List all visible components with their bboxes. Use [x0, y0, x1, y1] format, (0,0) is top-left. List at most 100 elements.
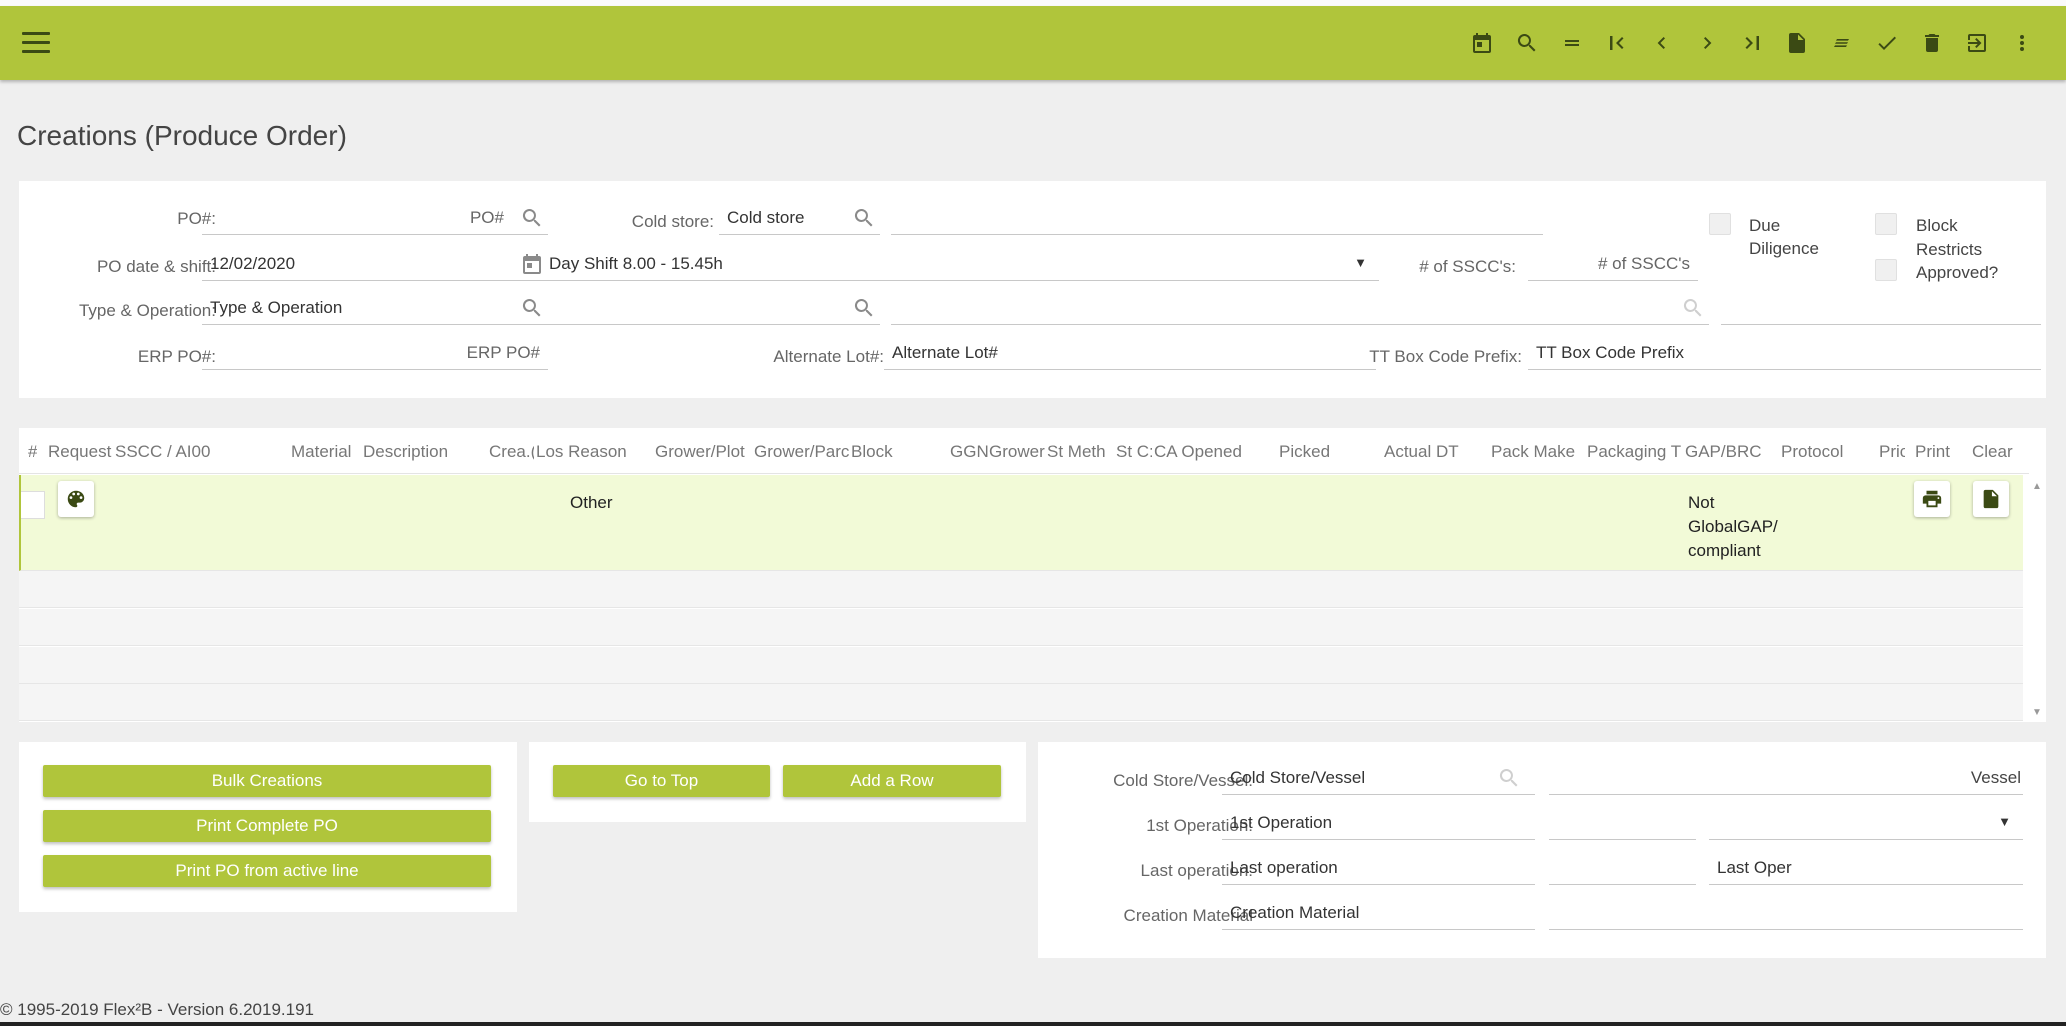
last-oper-value: Last Oper — [1717, 858, 1792, 877]
calendar-icon[interactable] — [1459, 23, 1504, 63]
last-record-icon[interactable] — [1729, 23, 1774, 63]
alternate-lot-field[interactable]: Alternate Lot# — [884, 336, 1376, 370]
exit-icon[interactable] — [1954, 23, 1999, 63]
vessel-field[interactable]: Vessel — [1549, 761, 2023, 795]
table-row[interactable] — [19, 609, 2023, 646]
column-header[interactable]: GAP/BRC — [1685, 442, 1775, 462]
type-operation-field[interactable]: Type & Operation — [202, 291, 548, 325]
cold-store-vessel-value: Cold Store/Vessel — [1230, 768, 1366, 787]
column-header[interactable]: GGN — [950, 442, 992, 462]
add-row-button[interactable]: Add a Row — [783, 765, 1001, 797]
cold-store-vessel-field[interactable]: Cold Store/Vessel — [1222, 761, 1535, 795]
print-po-active-line-button[interactable]: Print PO from active line — [43, 855, 491, 887]
column-header[interactable]: Actual DT — [1384, 442, 1469, 462]
column-header[interactable]: Grower/Parc — [754, 442, 849, 462]
menu-icon[interactable] — [22, 32, 50, 54]
table-row[interactable] — [19, 684, 2023, 721]
search-icon[interactable] — [852, 206, 876, 230]
search-icon[interactable] — [520, 206, 544, 230]
po-field[interactable]: PO# — [202, 201, 548, 235]
creation-material-value: Creation Material — [1230, 903, 1360, 922]
go-to-top-button[interactable]: Go to Top — [553, 765, 770, 797]
first-operation-select[interactable]: ▼ — [1709, 806, 2023, 840]
block-checkbox[interactable] — [1875, 213, 1897, 235]
restricts-approved-checkbox[interactable] — [1875, 259, 1897, 281]
column-header[interactable]: Picked — [1279, 442, 1349, 462]
column-header[interactable]: St C: — [1116, 442, 1152, 462]
column-header[interactable]: Print — [1915, 442, 1960, 462]
column-header[interactable]: Pric — [1879, 442, 1905, 462]
column-header[interactable]: Packaging T — [1587, 442, 1685, 462]
cold-store-value: Cold store — [727, 208, 805, 227]
print-icon[interactable] — [1914, 481, 1950, 517]
first-operation-field[interactable]: 1st Operation — [1222, 806, 1535, 840]
table-row[interactable]: Other Not GlobalGAP/ compliant — [19, 475, 2023, 571]
bulk-creations-button[interactable]: Bulk Creations — [43, 765, 491, 797]
equals-icon[interactable] — [1549, 23, 1594, 63]
column-header[interactable]: Block — [851, 442, 911, 462]
creations-grid: # Request SSCC / AI00 Material Descripti… — [19, 428, 2046, 722]
column-header[interactable]: St Meth — [1047, 442, 1112, 462]
column-header[interactable]: Crea.( — [489, 442, 534, 462]
due-diligence-checkbox[interactable] — [1709, 213, 1731, 235]
tt-box-code-field[interactable]: TT Box Code Prefix — [1528, 336, 2041, 370]
operation-extra-field[interactable] — [1721, 291, 2041, 325]
sscc-field[interactable]: # of SSCC's — [1528, 247, 1698, 281]
column-header[interactable]: Pack Make — [1491, 442, 1579, 462]
table-row[interactable] — [19, 571, 2023, 608]
print-complete-po-button[interactable]: Print Complete PO — [43, 810, 491, 842]
po-date-field[interactable]: 12/02/2020 — [202, 247, 548, 281]
column-header[interactable]: Los Reason — [536, 442, 654, 462]
new-document-icon[interactable] — [1774, 23, 1819, 63]
erp-po-field[interactable]: ERP PO# — [202, 336, 548, 370]
last-operation-code-field[interactable] — [1549, 851, 1696, 885]
print-actions-panel: Bulk Creations Print Complete PO Print P… — [19, 742, 517, 912]
last-operation-field[interactable]: Last operation — [1222, 851, 1535, 885]
delete-icon[interactable] — [1909, 23, 1954, 63]
last-oper-field[interactable]: Last Oper — [1709, 851, 2023, 885]
sscc-label: # of SSCC's: — [1419, 257, 1516, 276]
first-record-icon[interactable] — [1594, 23, 1639, 63]
grid-scrollbar[interactable]: ▲ ▼ — [2028, 475, 2046, 722]
next-record-icon[interactable] — [1684, 23, 1729, 63]
search-icon[interactable] — [1504, 23, 1549, 63]
row-select-checkbox[interactable] — [21, 491, 45, 519]
column-header[interactable]: Protocol — [1781, 442, 1861, 462]
operation-field[interactable] — [541, 291, 880, 325]
column-header[interactable]: Request — [48, 442, 112, 462]
column-header[interactable]: Grower — [989, 442, 1047, 462]
dropdown-arrow-icon[interactable]: ▼ — [1354, 255, 1367, 270]
toolbar-actions — [1459, 6, 2044, 80]
column-header[interactable]: SSCC / AI00 — [115, 442, 223, 462]
column-header[interactable]: Grower/Plot — [655, 442, 753, 462]
previous-record-icon[interactable] — [1639, 23, 1684, 63]
clear-document-icon[interactable] — [1973, 481, 2009, 517]
first-operation-code-field[interactable] — [1549, 806, 1696, 840]
footer-divider — [0, 1022, 2066, 1026]
creation-material-field[interactable]: Creation Material — [1222, 896, 1535, 930]
more-icon[interactable] — [1999, 23, 2044, 63]
confirm-icon[interactable] — [1864, 23, 1909, 63]
column-header[interactable]: # — [28, 442, 37, 462]
column-header[interactable]: Clear — [1972, 442, 2022, 462]
search-icon[interactable] — [1681, 296, 1705, 320]
column-header[interactable]: CA Opened — [1154, 442, 1254, 462]
footer-version: © 1995-2019 Flex²B - Version 6.2019.191 — [0, 1000, 315, 1019]
table-row[interactable] — [19, 647, 2023, 684]
notes-icon[interactable] — [1819, 23, 1864, 63]
column-header[interactable]: Material — [291, 442, 361, 462]
dropdown-arrow-icon[interactable]: ▼ — [1998, 814, 2011, 829]
tt-box-code-value: TT Box Code Prefix — [1536, 343, 1685, 362]
search-icon[interactable] — [852, 296, 876, 320]
cold-store-description-field[interactable] — [891, 201, 1543, 235]
palette-icon[interactable] — [58, 481, 94, 517]
scroll-down-icon[interactable]: ▼ — [2032, 707, 2042, 718]
header-panel: PO#: PO# Cold store: Cold store Due Dili… — [19, 181, 2046, 398]
scroll-up-icon[interactable]: ▲ — [2032, 481, 2042, 492]
operation-description-field[interactable] — [891, 291, 1709, 325]
cold-store-field[interactable]: Cold store — [719, 201, 880, 235]
search-icon[interactable] — [1497, 766, 1521, 790]
column-header[interactable]: Description — [363, 442, 493, 462]
creation-material-description-field[interactable] — [1549, 896, 2023, 930]
shift-select[interactable]: Day Shift 8.00 - 15.45h ▼ — [541, 247, 1379, 281]
